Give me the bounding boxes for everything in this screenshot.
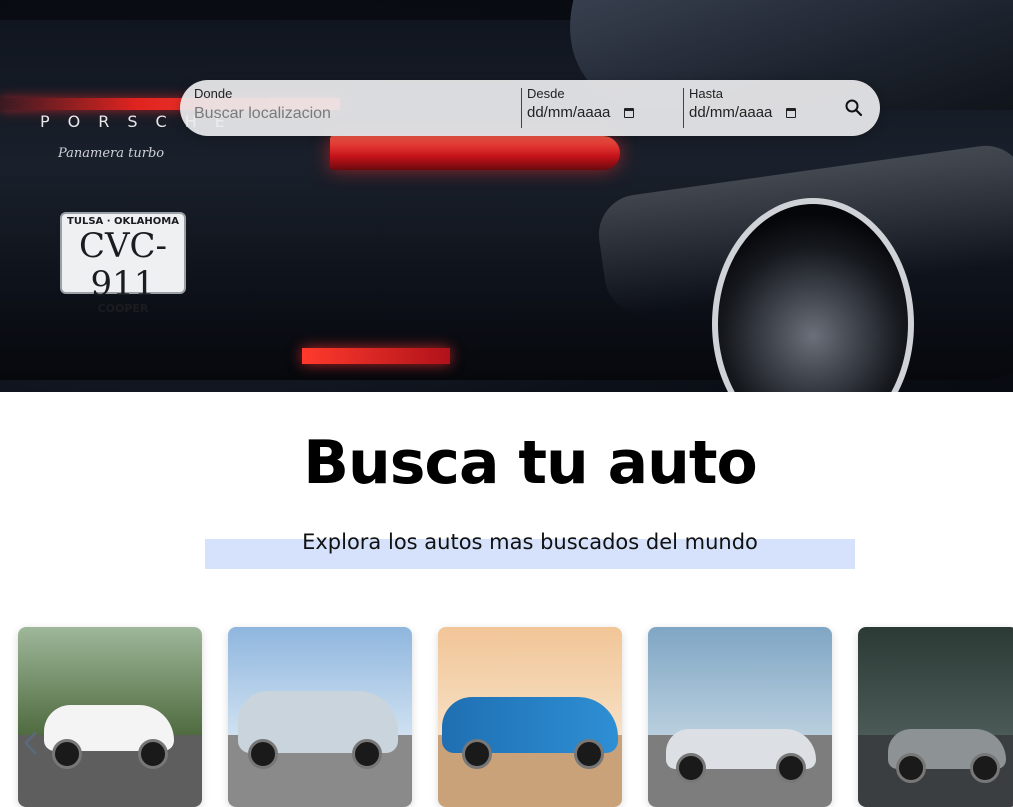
carousel-prev-button[interactable]: [20, 728, 44, 758]
car-wheel: [138, 739, 168, 769]
card-image-background: [858, 627, 1013, 735]
to-date-value[interactable]: dd/mm/aaaa: [689, 104, 772, 121]
hero-model-lettering: Panamera turbo: [58, 146, 165, 161]
car-wheel: [462, 739, 492, 769]
plate-bottom: COOPER: [97, 302, 149, 315]
car-card-4[interactable]: [648, 627, 832, 807]
chevron-left-icon[interactable]: [20, 728, 44, 758]
car-carousel: [0, 627, 1013, 807]
plate-number: CVC-911: [78, 226, 168, 304]
hero-rear-reflector: [302, 348, 450, 364]
calendar-icon[interactable]: [624, 107, 635, 118]
car-wheel: [896, 753, 926, 783]
where-label: Donde: [194, 86, 233, 101]
hero-license-plate: TULSA · OKLAHOMA CVC-911 COOPER: [60, 212, 186, 315]
car-wheel: [248, 739, 278, 769]
hero-image: PORSCHE Panamera turbo TULSA · OKLAHOMA …: [0, 0, 1013, 392]
search-bar: Donde Desde dd/mm/aaaa Hasta dd/mm/aaaa: [180, 80, 880, 136]
car-wheel: [52, 739, 82, 769]
hero-taillight: [330, 136, 620, 170]
search-icon[interactable]: [840, 94, 868, 122]
car-wheel: [352, 739, 382, 769]
car-wheel: [676, 753, 706, 783]
search-button[interactable]: [840, 94, 868, 122]
page-subtitle: Explora los autos mas buscados del mundo: [302, 530, 758, 554]
car-wheel: [970, 753, 1000, 783]
car-card-3[interactable]: [438, 627, 622, 807]
car-card-2[interactable]: [228, 627, 412, 807]
car-card-5[interactable]: [858, 627, 1013, 807]
to-date-field[interactable]: Hasta dd/mm/aaaa: [689, 86, 839, 130]
car-card-1[interactable]: [18, 627, 202, 807]
where-field: Donde: [194, 86, 514, 130]
field-divider: [683, 88, 684, 128]
car-wheel: [776, 753, 806, 783]
card-image-background: [648, 627, 832, 735]
from-label: Desde: [527, 86, 565, 101]
car-wheel: [574, 739, 604, 769]
field-divider: [521, 88, 522, 128]
from-date-field[interactable]: Desde dd/mm/aaaa: [527, 86, 677, 130]
page-title: Busca tu auto: [303, 428, 758, 498]
calendar-icon[interactable]: [786, 107, 797, 118]
from-date-value[interactable]: dd/mm/aaaa: [527, 104, 610, 121]
to-label: Hasta: [689, 86, 723, 101]
location-input[interactable]: [194, 105, 504, 123]
